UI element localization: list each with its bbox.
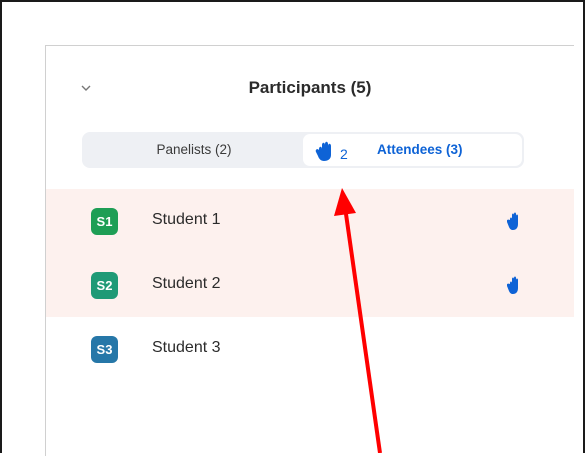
avatar: S2	[91, 272, 118, 299]
list-item[interactable]: S3 Student 3	[46, 317, 574, 381]
list-item[interactable]: S1 Student 1	[46, 189, 574, 253]
participant-tabs: Panelists (2) 2 Attendees (3)	[82, 132, 524, 168]
avatar: S1	[91, 208, 118, 235]
raised-hands-count: 2	[340, 146, 348, 162]
tab-attendees-label: Attendees (3)	[377, 142, 463, 157]
participants-panel: Participants (5) Panelists (2) 2 Attende…	[45, 45, 574, 456]
attendee-name: Student 3	[152, 339, 221, 356]
attendee-name: Student 1	[152, 211, 221, 228]
avatar: S3	[91, 336, 118, 363]
panel-title: Participants (5)	[248, 78, 372, 97]
raised-hand-icon[interactable]	[507, 276, 523, 294]
participants-header: Participants (5)	[46, 46, 574, 126]
list-item[interactable]: S2 Student 2	[46, 253, 574, 317]
raised-hand-icon[interactable]	[507, 212, 523, 230]
tab-panelists[interactable]: Panelists (2)	[84, 134, 304, 166]
attendee-name: Student 2	[152, 275, 221, 292]
attendee-list: S1 Student 1 S2 Student 2 S3 Student 3	[46, 189, 574, 381]
tab-attendees[interactable]: 2 Attendees (3)	[303, 134, 522, 166]
